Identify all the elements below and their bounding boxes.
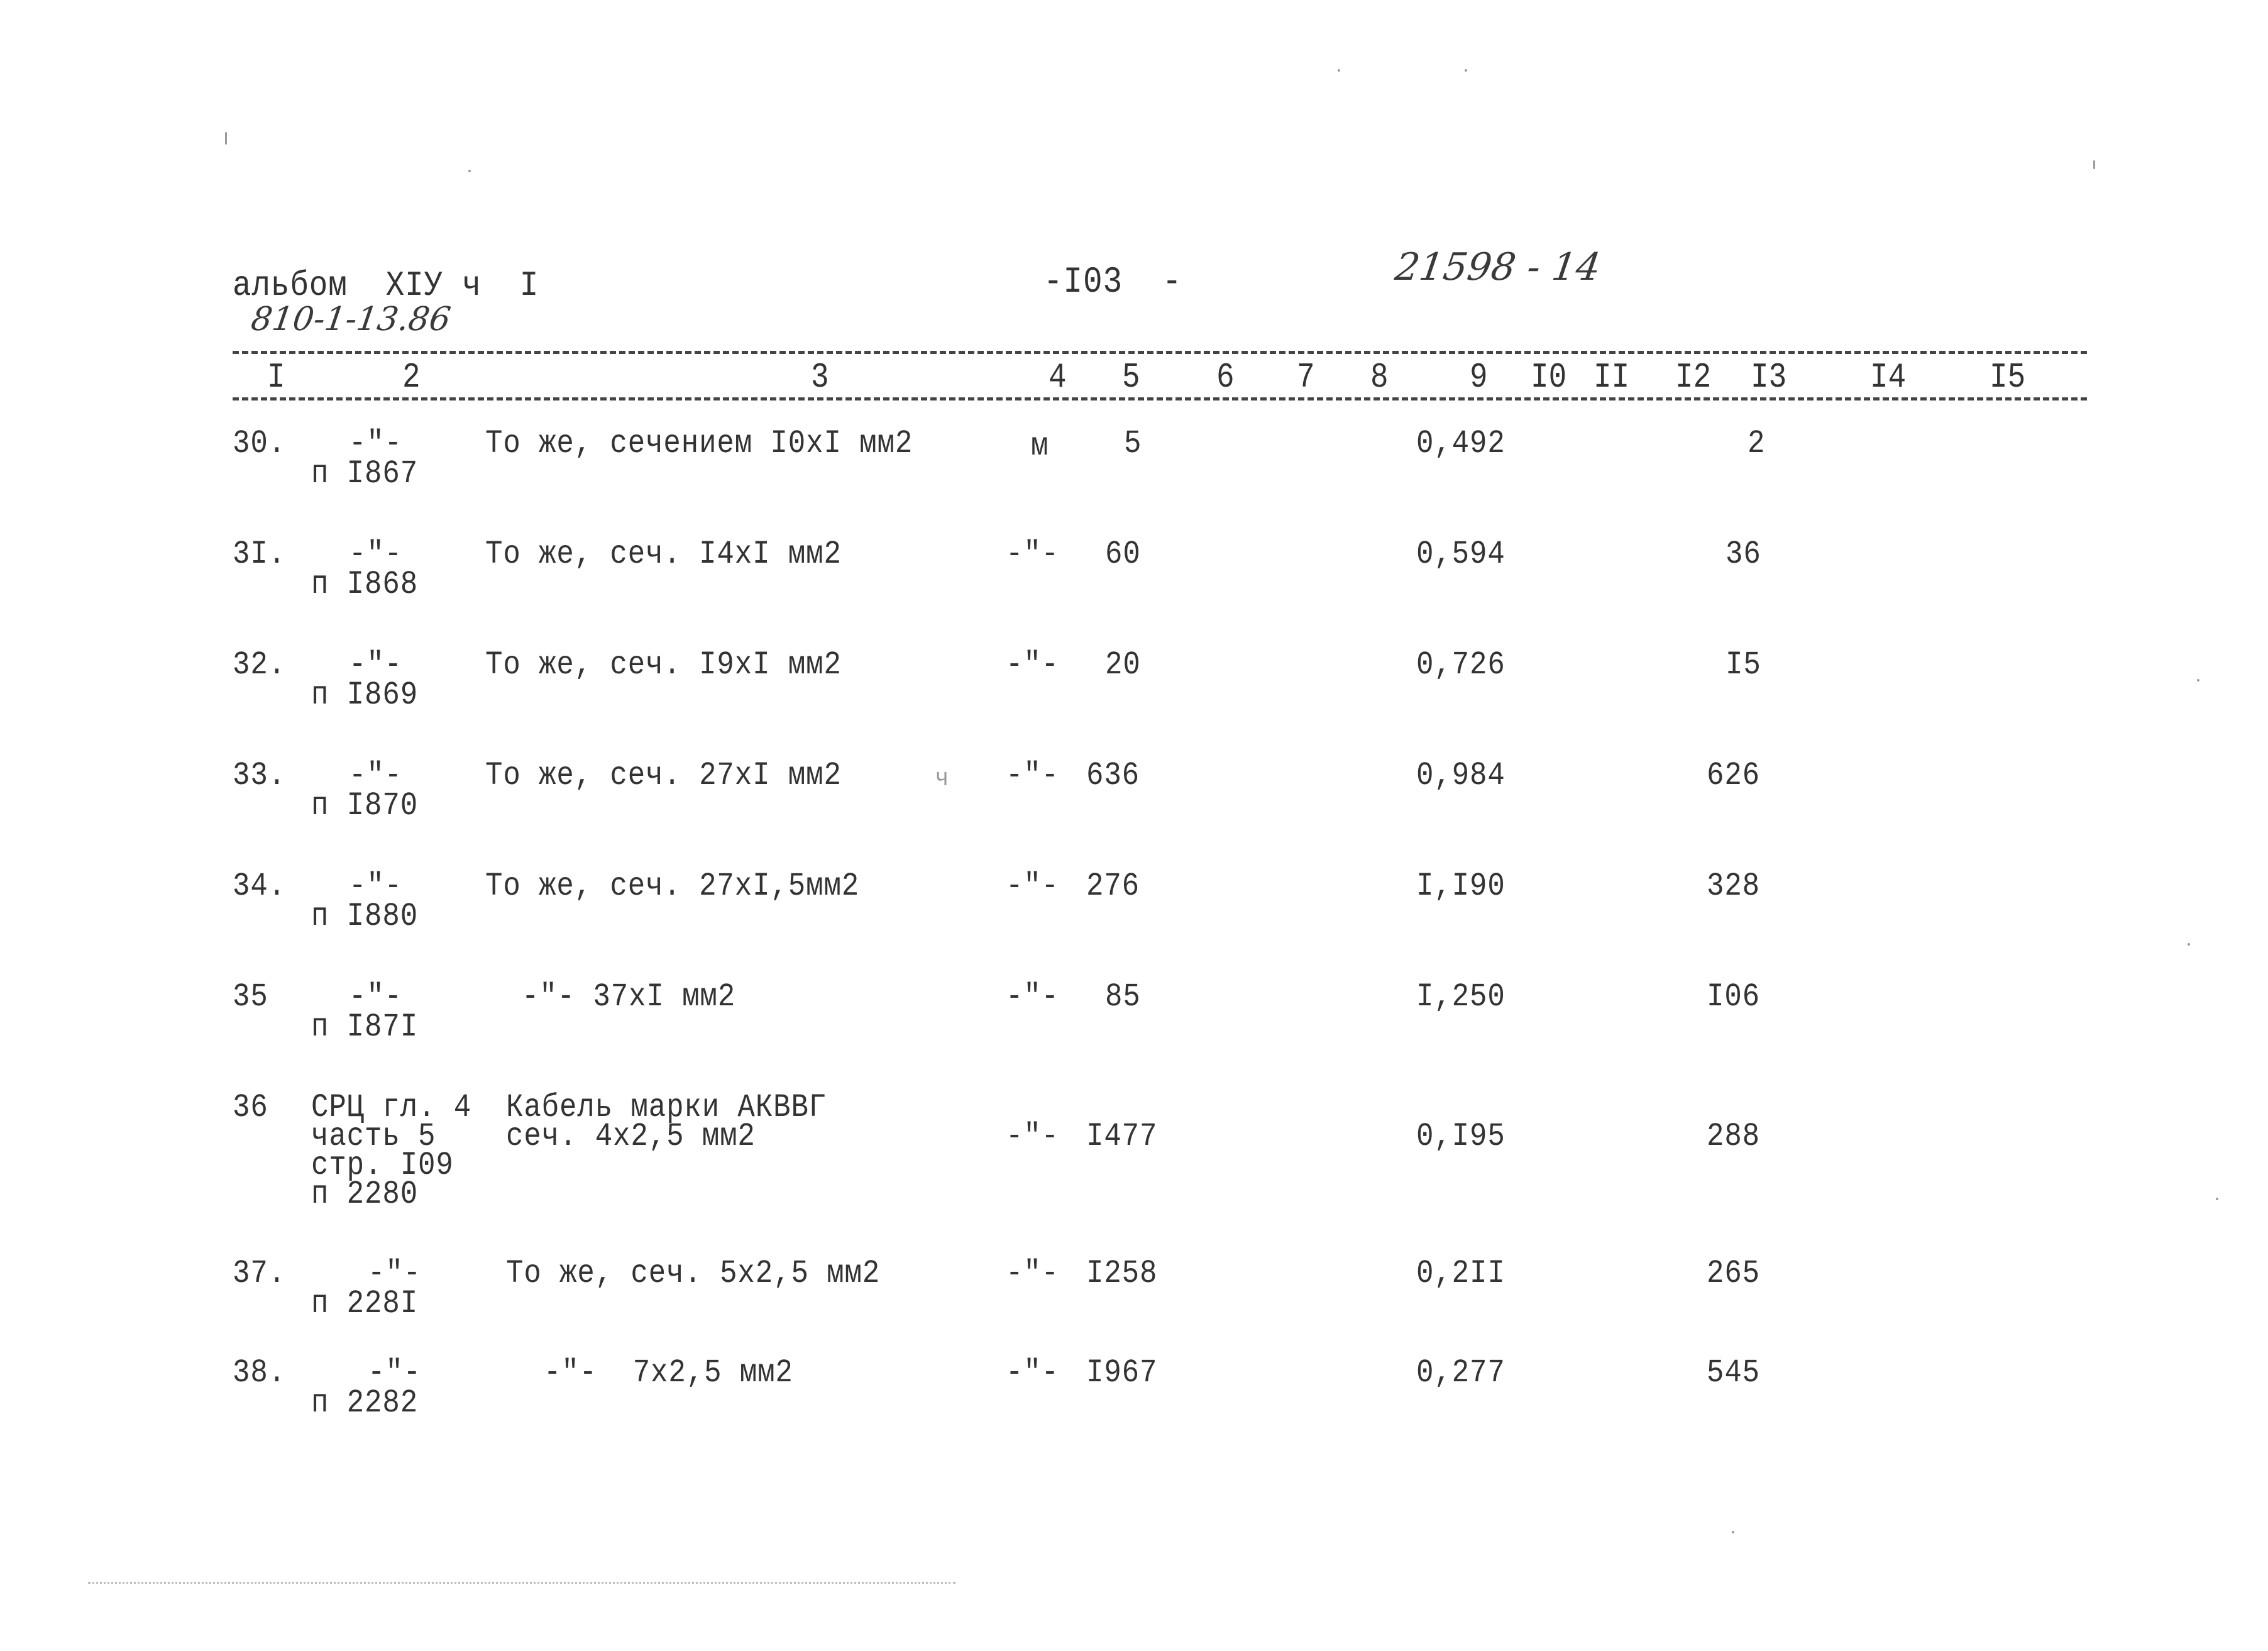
column-header-5: 5 bbox=[1122, 357, 1140, 397]
row-quantity: I258 bbox=[1086, 1255, 1158, 1292]
handwritten-document-id: 21598 - 14 bbox=[1392, 245, 1604, 289]
row-number: 33. bbox=[233, 757, 287, 794]
scan-speck bbox=[225, 132, 227, 145]
row-unit: -"- bbox=[1006, 1354, 1060, 1391]
row-reference-item: п 2282 bbox=[311, 1384, 419, 1422]
scan-speck bbox=[2216, 1198, 2218, 1200]
row-total: 265 bbox=[1707, 1255, 1761, 1292]
row-description-line: сеч. 4x2,5 мм2 bbox=[506, 1118, 756, 1155]
row-total: 2 bbox=[1748, 425, 1766, 462]
row-quantity: I477 bbox=[1086, 1118, 1158, 1155]
row-reference-item: п I867 bbox=[311, 455, 419, 492]
album-title: альбом XIУ ч I bbox=[233, 265, 539, 306]
column-header-13: I3 bbox=[1751, 357, 1787, 397]
row-reference-item: п I869 bbox=[311, 676, 419, 714]
row-total: 626 bbox=[1707, 757, 1761, 794]
header-divider-bottom bbox=[233, 397, 2087, 400]
row-number: 30. bbox=[233, 425, 287, 462]
row-quantity: 5 bbox=[1124, 425, 1142, 462]
column-header-11: II bbox=[1594, 357, 1630, 397]
scan-speck bbox=[2188, 943, 2190, 946]
row-quantity: 636 bbox=[1086, 757, 1140, 794]
row-number: 35 bbox=[233, 978, 268, 1015]
column-header-6: 6 bbox=[1216, 357, 1235, 397]
row-total: I06 bbox=[1707, 978, 1761, 1015]
row-description: То же, сеч. 5x2,5 мм2 bbox=[506, 1255, 881, 1292]
scan-noise-footer bbox=[88, 1582, 955, 1588]
row-quantity: 20 bbox=[1105, 646, 1141, 683]
row-unit: -"- bbox=[1006, 536, 1060, 573]
row-description: -"- 7x2,5 мм2 bbox=[544, 1354, 793, 1391]
row-reference-item: п 228I bbox=[311, 1285, 419, 1322]
row-unit: м bbox=[1031, 428, 1049, 465]
scan-speck bbox=[1465, 69, 1467, 72]
row-unit-price: I,I90 bbox=[1416, 868, 1506, 905]
row-unit-price: 0,492 bbox=[1416, 425, 1506, 462]
row-reference-item: п 2280 bbox=[311, 1176, 419, 1213]
row-total: 36 bbox=[1726, 536, 1761, 573]
row-description: То же, сечением I0xI мм2 bbox=[485, 425, 913, 462]
row-description: То же, сеч. I9xI мм2 bbox=[485, 646, 842, 683]
row-unit: -"- bbox=[1006, 978, 1060, 1015]
handwritten-project-code: 810-1-13.86 bbox=[248, 301, 453, 338]
column-header-15: I5 bbox=[1990, 357, 2026, 397]
row-total: I5 bbox=[1726, 646, 1761, 683]
header-divider-top bbox=[233, 351, 2087, 354]
row-quantity: 85 bbox=[1105, 978, 1141, 1015]
row-unit-price: 0,I95 bbox=[1416, 1118, 1506, 1155]
scan-speck bbox=[468, 170, 471, 172]
row-number: 3I. bbox=[233, 536, 287, 573]
column-header-12: I2 bbox=[1675, 357, 1712, 397]
row-quantity: 60 bbox=[1105, 536, 1141, 573]
row-unit-price: 0,984 bbox=[1416, 757, 1506, 794]
scan-speck bbox=[1338, 69, 1340, 72]
row-unit-price: I,250 bbox=[1416, 978, 1506, 1015]
row-description: То же, сеч. I4xI мм2 bbox=[485, 536, 842, 573]
row-unit: -"- bbox=[1006, 1255, 1060, 1292]
scan-speck bbox=[2197, 679, 2199, 682]
column-header-1: I bbox=[267, 357, 285, 397]
row-number: 36 bbox=[233, 1089, 268, 1126]
row-description: То же, сеч. 27xI мм2 bbox=[485, 757, 842, 794]
row-description: -"- 37xI мм2 bbox=[522, 978, 736, 1015]
column-header-2: 2 bbox=[402, 357, 421, 397]
row-number: 38. bbox=[233, 1354, 287, 1391]
column-header-9: 9 bbox=[1470, 357, 1488, 397]
column-header-10: I0 bbox=[1531, 357, 1567, 397]
column-header-4: 4 bbox=[1049, 357, 1067, 397]
row-total: 545 bbox=[1707, 1354, 1761, 1391]
column-header-14: I4 bbox=[1870, 357, 1907, 397]
row-unit-price: 0,594 bbox=[1416, 536, 1506, 573]
scanned-document-page: альбом XIУ ч I 810-1-13.86 -I03 - 21598 … bbox=[0, 0, 2268, 1651]
row-number: 32. bbox=[233, 646, 287, 683]
row-reference-item: п I880 bbox=[311, 898, 419, 935]
row-unit: -"- bbox=[1006, 757, 1060, 794]
row-quantity: 276 bbox=[1086, 868, 1140, 905]
row-number: 37. bbox=[233, 1255, 287, 1292]
row-number: 34. bbox=[233, 868, 287, 905]
scan-speck bbox=[2093, 160, 2095, 169]
row-unit: -"- bbox=[1006, 868, 1060, 905]
row-description: То же, сеч. 27xI,5мм2 bbox=[485, 868, 860, 905]
row-reference-item: п I870 bbox=[311, 787, 419, 824]
row-reference-item: п I868 bbox=[311, 566, 419, 603]
row-unit: -"- bbox=[1006, 646, 1060, 683]
row-unit-price: 0,726 bbox=[1416, 646, 1506, 683]
column-header-8: 8 bbox=[1370, 357, 1389, 397]
row-total: 328 bbox=[1707, 868, 1761, 905]
row-unit: -"- bbox=[1006, 1118, 1060, 1155]
column-header-3: 3 bbox=[811, 357, 829, 397]
column-header-7: 7 bbox=[1297, 357, 1315, 397]
scan-speck bbox=[1732, 1531, 1734, 1533]
page-number: -I03 - bbox=[1043, 262, 1182, 303]
row-unit-price: 0,277 bbox=[1416, 1354, 1506, 1391]
row-stray-mark: ч bbox=[935, 765, 950, 793]
row-total: 288 bbox=[1707, 1118, 1761, 1155]
row-quantity: I967 bbox=[1086, 1354, 1158, 1391]
row-unit-price: 0,2II bbox=[1416, 1255, 1506, 1292]
row-reference-item: п I87I bbox=[311, 1008, 419, 1046]
